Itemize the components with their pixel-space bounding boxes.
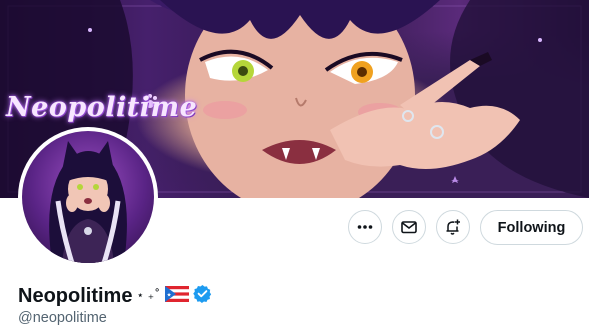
bell-plus-icon bbox=[446, 219, 460, 235]
verified-badge-icon[interactable] bbox=[193, 284, 212, 308]
profile-handle: @neopolitime bbox=[18, 310, 107, 326]
profile-name-row: Neopolitime ⋆ ₊˚ bbox=[18, 283, 212, 309]
following-button[interactable]: Following bbox=[480, 210, 583, 245]
banner-logo-text: Neopolitime bbox=[6, 92, 198, 123]
avatar-artwork bbox=[49, 141, 127, 263]
profile-page: Neopolitime Following Neopolitime ⋆ ₊˚ @… bbox=[0, 0, 589, 330]
envelope-icon bbox=[401, 221, 417, 234]
message-button[interactable] bbox=[392, 210, 426, 244]
display-name: Neopolitime bbox=[18, 284, 133, 307]
name-decoration: ⋆ ₊˚ bbox=[136, 288, 161, 302]
more-options-button[interactable] bbox=[348, 210, 382, 244]
more-options-icon bbox=[357, 225, 373, 229]
avatar[interactable] bbox=[18, 127, 158, 267]
avatar-image bbox=[22, 131, 154, 263]
notifications-button[interactable] bbox=[436, 210, 470, 244]
puerto-rico-flag-icon bbox=[165, 285, 190, 307]
